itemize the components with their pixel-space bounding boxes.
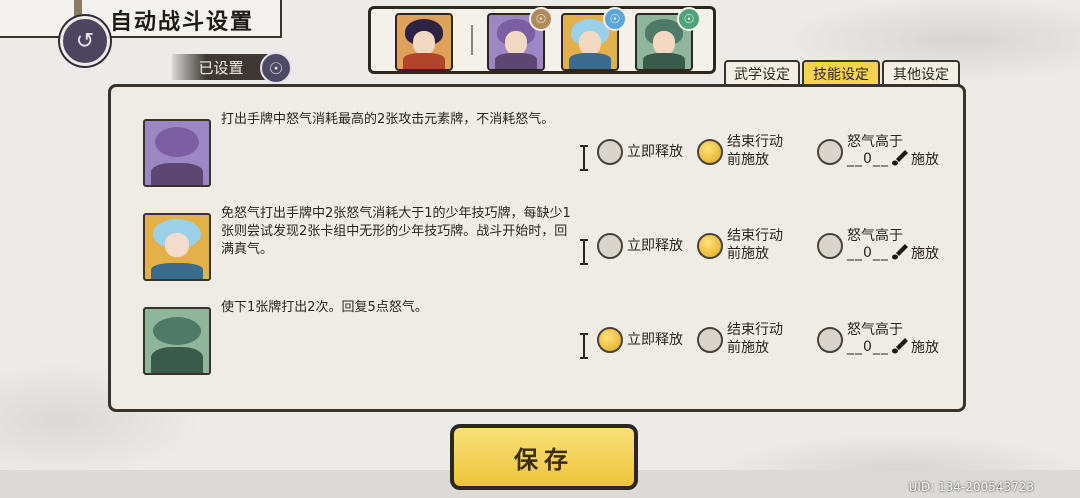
card-hair xyxy=(153,317,201,345)
card-face xyxy=(165,233,189,257)
radio-anger-threshold[interactable] xyxy=(817,233,843,259)
label-immediate: 立即释放 xyxy=(627,144,683,160)
portrait-face xyxy=(579,31,601,55)
portrait-face xyxy=(505,31,527,55)
set-status-badge: 已设置 xyxy=(172,54,270,80)
option-separator xyxy=(580,239,588,265)
edit-brush-icon[interactable] xyxy=(891,337,909,355)
portrait-leader[interactable] xyxy=(395,13,453,71)
skill-row: 免怒气打出手牌中2张怒气消耗大于1的少年技巧牌，每缺少1张则尝试发现2张卡组中无… xyxy=(111,206,963,297)
label-end-line1: 结束行动 xyxy=(727,134,783,150)
radio-immediate[interactable] xyxy=(597,139,623,165)
element-wind-icon: ☉ xyxy=(677,7,701,31)
skill-description: 使下1张牌打出2次。回复5点怒气。 xyxy=(221,300,428,315)
radio-end-of-turn[interactable] xyxy=(697,233,723,259)
label-anger-cast: 施放 xyxy=(911,152,939,168)
edit-brush-icon[interactable] xyxy=(891,243,909,261)
tab-martial-settings[interactable]: 武学设定 xyxy=(724,60,800,86)
anger-threshold-input[interactable]: __0__ xyxy=(847,245,889,261)
portrait-face xyxy=(653,31,675,55)
label-end-of-turn: 结束行动 前施放 xyxy=(727,321,783,357)
skill-description: 打出手牌中怒气消耗最高的2张攻击元素牌，不消耗怒气。 xyxy=(221,112,555,127)
preset-swirl-icon[interactable]: ☉ xyxy=(260,52,292,84)
label-end-line2: 前施放 xyxy=(727,152,769,168)
anger-threshold-input[interactable]: __0__ xyxy=(847,151,889,167)
skill-settings-panel: 打出手牌中怒气消耗最高的2张攻击元素牌，不消耗怒气。 立即释放 结束行动 前施放… xyxy=(108,84,966,412)
label-immediate: 立即释放 xyxy=(627,238,683,254)
skill-description: 免怒气打出手牌中2张怒气消耗大于1的少年技巧牌，每缺少1张则尝试发现2张卡组中无… xyxy=(221,206,571,257)
tab-label: 武学设定 xyxy=(734,67,790,83)
save-label: 保存 xyxy=(514,445,574,474)
radio-end-of-turn[interactable] xyxy=(697,139,723,165)
radio-immediate[interactable] xyxy=(597,233,623,259)
portrait-body xyxy=(643,53,685,69)
label-anger-cast: 施放 xyxy=(911,340,939,356)
label-end-line1: 结束行动 xyxy=(727,228,783,244)
uid-label: UID: 134-200543723 xyxy=(908,480,1034,494)
card-body xyxy=(151,163,203,185)
tab-other-settings[interactable]: 其他设定 xyxy=(882,60,960,86)
tab-label: 其他设定 xyxy=(893,67,949,83)
save-button[interactable]: 保存 xyxy=(450,424,638,490)
back-button[interactable]: ↺ xyxy=(60,16,110,66)
radio-end-of-turn[interactable] xyxy=(697,327,723,353)
portrait-divider xyxy=(471,25,473,55)
label-end-of-turn: 结束行动 前施放 xyxy=(727,133,783,169)
skill-card-purple-dragon xyxy=(143,119,211,187)
element-earth-icon: ☉ xyxy=(529,7,553,31)
tab-skill-settings[interactable]: 技能设定 xyxy=(802,60,880,86)
label-end-line1: 结束行动 xyxy=(727,322,783,338)
card-body xyxy=(151,347,203,373)
skill-card-blue-hair-youth xyxy=(143,213,211,281)
card-hair xyxy=(155,127,199,157)
swirl-icon: ↺ xyxy=(75,28,95,54)
skill-row: 打出手牌中怒气消耗最高的2张攻击元素牌，不消耗怒气。 立即释放 结束行动 前施放… xyxy=(111,112,963,203)
title-bar: 自动战斗设置 xyxy=(0,0,282,38)
set-status-label: 已设置 xyxy=(198,58,244,77)
skill-card-green-beast xyxy=(143,307,211,375)
portrait-body xyxy=(403,53,445,69)
label-anger-cast: 施放 xyxy=(911,246,939,262)
label-end-line2: 前施放 xyxy=(727,246,769,262)
card-body xyxy=(151,263,203,279)
option-separator xyxy=(580,145,588,171)
portrait-body xyxy=(495,53,537,69)
label-end-line2: 前施放 xyxy=(727,340,769,356)
portrait-body xyxy=(569,53,611,69)
tab-label: 技能设定 xyxy=(813,67,869,83)
element-water-icon: ☉ xyxy=(603,7,627,31)
label-immediate: 立即释放 xyxy=(627,332,683,348)
portrait-face xyxy=(413,31,435,55)
skill-row: 使下1张牌打出2次。回复5点怒气。 立即释放 结束行动 前施放 怒气高于 __0… xyxy=(111,300,963,391)
label-end-of-turn: 结束行动 前施放 xyxy=(727,227,783,263)
radio-anger-threshold[interactable] xyxy=(817,139,843,165)
team-portrait-bar: ☉ ☉ ☉ xyxy=(368,6,716,74)
option-separator xyxy=(580,333,588,359)
radio-immediate[interactable] xyxy=(597,327,623,353)
page-title: 自动战斗设置 xyxy=(110,10,255,35)
radio-anger-threshold[interactable] xyxy=(817,327,843,353)
edit-brush-icon[interactable] xyxy=(891,149,909,167)
anger-threshold-input[interactable]: __0__ xyxy=(847,339,889,355)
